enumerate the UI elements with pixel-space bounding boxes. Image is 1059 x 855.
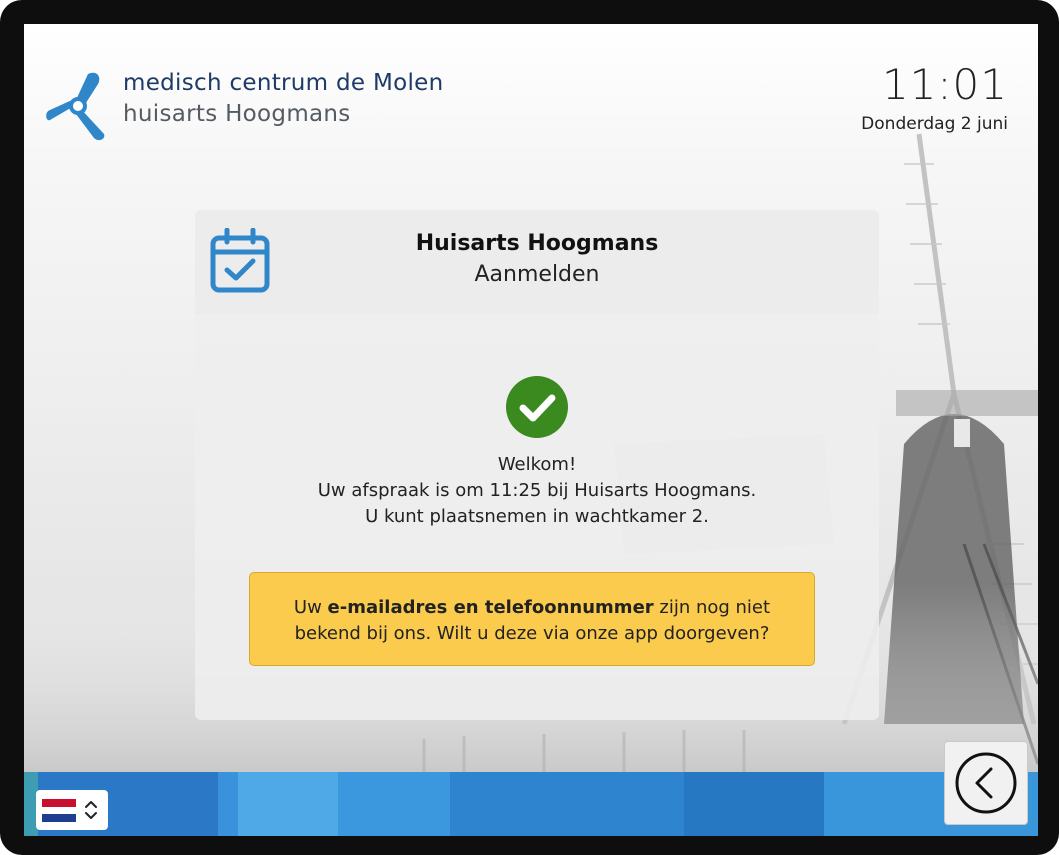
brand-practitioner: huisarts Hoogmans	[123, 101, 351, 127]
check-circle-icon	[506, 376, 568, 438]
card-header: Huisarts Hoogmans Aanmelden	[195, 210, 879, 314]
card-title: Huisarts Hoogmans	[415, 231, 659, 256]
brand-name: medisch centrum de Molen	[123, 70, 444, 96]
language-selector[interactable]	[36, 790, 108, 830]
checkin-card: Huisarts Hoogmans Aanmelden Welkom! Uw a…	[195, 210, 879, 720]
waiting-room-text: U kunt plaatsnemen in wachtkamer 2.	[365, 506, 709, 527]
netherlands-flag-icon	[42, 799, 76, 822]
windmill-propeller-icon	[46, 72, 105, 141]
appointment-text: Uw afspraak is om 11:25 bij Huisarts Hoo…	[317, 480, 757, 501]
contact-info-notice: Uw e-mailadres en telefoonnummer zijn no…	[249, 572, 815, 666]
notice-pre: Uw	[293, 597, 328, 618]
chevron-updown-icon	[85, 801, 97, 819]
notice-post: zijn nog niet	[653, 597, 771, 618]
clock-date: Donderdag 2 juni	[861, 114, 1008, 134]
device-bezel: medisch centrum de Molen huisarts Hoogma…	[0, 0, 1059, 855]
back-arrow-circle-icon	[955, 752, 1017, 814]
back-button[interactable]	[944, 741, 1028, 825]
card-subtitle: Aanmelden	[474, 262, 600, 287]
kiosk-screen: medisch centrum de Molen huisarts Hoogma…	[24, 24, 1038, 836]
clock-time: 11:01	[881, 60, 1008, 109]
footer-bar	[24, 772, 1038, 836]
welcome-text: Welkom!	[497, 454, 577, 475]
notice-bold: e-mailadres en telefoonnummer	[327, 597, 654, 618]
notice-line2: bekend bij ons. Wilt u deze via onze app…	[294, 623, 770, 644]
